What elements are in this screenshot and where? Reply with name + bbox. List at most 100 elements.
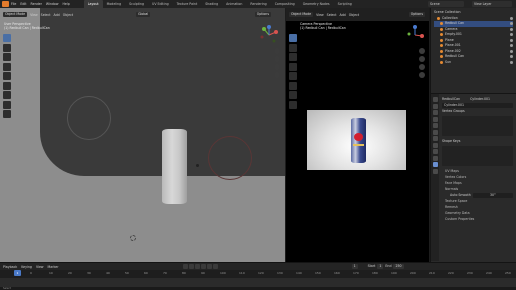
options-dropdown[interactable]: Options bbox=[408, 12, 425, 17]
scale-tool-icon[interactable] bbox=[3, 72, 11, 80]
play-reverse-icon[interactable] bbox=[194, 264, 200, 269]
tab-sculpting[interactable]: Sculpting bbox=[125, 0, 148, 8]
view-layer-selector[interactable]: View Layer bbox=[472, 1, 512, 7]
tab-shading[interactable]: Shading bbox=[201, 0, 222, 8]
redbull-can-model[interactable] bbox=[162, 129, 187, 204]
jump-end-icon[interactable] bbox=[212, 264, 218, 269]
mesh-data-tab-icon[interactable] bbox=[432, 162, 438, 167]
menu-view[interactable]: View bbox=[30, 13, 38, 17]
move-tool-icon[interactable] bbox=[289, 53, 297, 61]
visibility-icon[interactable] bbox=[510, 33, 513, 37]
object-mode-dropdown[interactable]: Object Mode bbox=[3, 12, 28, 17]
viewport-camera-perspective[interactable]: Object Mode View Select Add Object Optio… bbox=[286, 8, 429, 262]
pan-hand-icon[interactable] bbox=[419, 56, 425, 62]
cursor-tool-icon[interactable] bbox=[289, 43, 297, 52]
panel-vertex-groups[interactable]: Vertex Groups bbox=[442, 108, 513, 114]
tab-texture-paint[interactable]: Texture Paint bbox=[173, 0, 202, 8]
move-tool-icon[interactable] bbox=[3, 53, 11, 61]
pan-hand-icon[interactable] bbox=[274, 56, 280, 62]
menu-marker[interactable]: Marker bbox=[48, 265, 59, 269]
menu-select[interactable]: Select bbox=[327, 13, 337, 17]
render-tab-icon[interactable] bbox=[432, 103, 438, 109]
view-layer-tab-icon[interactable] bbox=[432, 116, 438, 122]
tool-tab-icon[interactable] bbox=[432, 97, 438, 102]
visibility-icon[interactable] bbox=[510, 60, 513, 64]
shape-keys-list[interactable] bbox=[442, 146, 513, 166]
menu-object[interactable]: Object bbox=[349, 13, 359, 17]
visibility-icon[interactable] bbox=[510, 22, 513, 26]
menu-window[interactable]: Window bbox=[46, 2, 59, 6]
world-tab-icon[interactable] bbox=[432, 129, 438, 135]
frame-ruler[interactable]: 1 0 10 20 30 40 50 60 70 80 90 100 110 120 130 140 150 1… bbox=[0, 270, 516, 278]
panel-custom-properties[interactable]: Custom Properties bbox=[442, 216, 513, 222]
tab-uv-editing[interactable]: UV Editing bbox=[148, 0, 173, 8]
next-keyframe-icon[interactable] bbox=[206, 264, 212, 269]
tab-animation[interactable]: Animation bbox=[222, 0, 246, 8]
modifier-tab-icon[interactable] bbox=[432, 142, 438, 148]
menu-playback[interactable]: Playback bbox=[3, 265, 17, 269]
tab-scripting[interactable]: Scripting bbox=[334, 0, 356, 8]
grid-perspective-icon[interactable] bbox=[419, 72, 425, 78]
tab-layout[interactable]: Layout bbox=[83, 0, 103, 8]
camera-view-icon[interactable] bbox=[274, 64, 280, 70]
visibility-icon[interactable] bbox=[510, 55, 513, 59]
visibility-icon[interactable] bbox=[510, 38, 513, 42]
measure-tool-icon[interactable] bbox=[3, 100, 11, 109]
visibility-icon[interactable] bbox=[510, 44, 513, 48]
menu-edit[interactable]: Edit bbox=[20, 2, 26, 6]
zoom-icon[interactable] bbox=[274, 48, 280, 54]
select-box-icon[interactable] bbox=[3, 34, 11, 42]
physics-tab-icon[interactable] bbox=[432, 155, 438, 161]
menu-view[interactable]: View bbox=[316, 13, 324, 17]
menu-help[interactable]: Help bbox=[62, 2, 69, 6]
camera-view-icon[interactable] bbox=[419, 64, 425, 70]
rotate-tool-icon[interactable] bbox=[289, 62, 297, 71]
jump-start-icon[interactable] bbox=[182, 264, 188, 269]
outliner-item[interactable]: Sun bbox=[434, 60, 513, 66]
viewport-user-perspective[interactable]: Object Mode View Select Add Object Globa… bbox=[0, 8, 285, 262]
panel-shape-keys[interactable]: Shape Keys bbox=[442, 138, 513, 144]
mesh-datablock-field[interactable]: Cylinder.001 bbox=[442, 102, 513, 108]
navigation-gizmo-icon[interactable] bbox=[258, 24, 280, 46]
menu-add[interactable]: Add bbox=[54, 13, 60, 17]
visibility-icon[interactable] bbox=[510, 49, 513, 53]
options-dropdown[interactable]: Options bbox=[254, 12, 271, 17]
orientation-dropdown[interactable]: Global bbox=[136, 12, 151, 17]
add-cube-tool-icon[interactable] bbox=[3, 110, 11, 118]
tab-compositing[interactable]: Compositing bbox=[271, 0, 299, 8]
auto-smooth-angle-field[interactable]: 30° bbox=[472, 192, 513, 198]
tab-geometry-nodes[interactable]: Geometry Nodes bbox=[299, 0, 334, 8]
menu-file[interactable]: File bbox=[11, 2, 16, 6]
material-tab-icon[interactable] bbox=[432, 168, 438, 174]
prev-keyframe-icon[interactable] bbox=[188, 264, 194, 269]
blender-logo-icon[interactable] bbox=[2, 1, 9, 7]
visibility-icon[interactable] bbox=[510, 27, 513, 31]
menu-render[interactable]: Render bbox=[31, 2, 42, 6]
scale-tool-icon[interactable] bbox=[289, 72, 297, 80]
playhead[interactable]: 1 bbox=[14, 270, 21, 276]
start-frame-field[interactable]: 1 bbox=[377, 264, 384, 269]
object-mode-dropdown[interactable]: Object Mode bbox=[289, 12, 314, 17]
tab-rendering[interactable]: Rendering bbox=[246, 0, 270, 8]
play-icon[interactable] bbox=[200, 264, 206, 269]
annotate-tool-icon[interactable] bbox=[3, 91, 11, 99]
rotate-tool-icon[interactable] bbox=[3, 62, 11, 71]
visibility-icon[interactable] bbox=[510, 16, 513, 20]
end-frame-field[interactable]: 250 bbox=[393, 264, 404, 269]
menu-view[interactable]: View bbox=[36, 265, 44, 269]
output-tab-icon[interactable] bbox=[432, 110, 438, 115]
menu-keying[interactable]: Keying bbox=[21, 265, 32, 269]
scene-tab-icon[interactable] bbox=[432, 123, 438, 128]
object-tab-icon[interactable] bbox=[432, 136, 438, 141]
cursor-tool-icon[interactable] bbox=[3, 43, 11, 52]
select-box-icon[interactable] bbox=[289, 34, 297, 42]
menu-object[interactable]: Object bbox=[63, 13, 73, 17]
transform-tool-icon[interactable] bbox=[3, 81, 11, 90]
measure-tool-icon[interactable] bbox=[289, 100, 297, 109]
transform-tool-icon[interactable] bbox=[289, 81, 297, 90]
annotate-tool-icon[interactable] bbox=[289, 91, 297, 99]
zoom-icon[interactable] bbox=[419, 48, 425, 54]
current-frame-field[interactable]: 1 bbox=[351, 264, 358, 269]
particles-tab-icon[interactable] bbox=[432, 149, 438, 154]
menu-add[interactable]: Add bbox=[340, 13, 346, 17]
